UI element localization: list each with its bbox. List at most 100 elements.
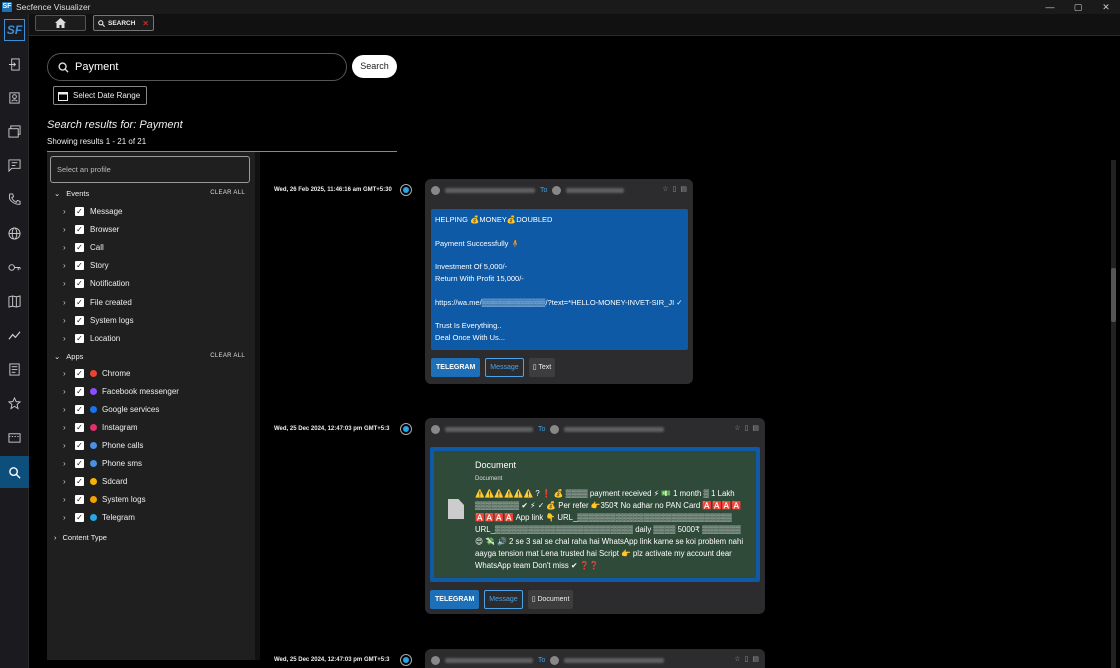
note-icon[interactable]: ▤	[680, 185, 687, 193]
app-filter-item[interactable]: › ✓ System logs	[63, 493, 146, 507]
search-input[interactable]	[75, 61, 315, 73]
filter-checkbox[interactable]: ✓	[75, 422, 84, 432]
minimize-button[interactable]: —	[1036, 0, 1064, 14]
rail-map-icon[interactable]	[0, 290, 29, 312]
rail-phone-icon[interactable]	[0, 188, 29, 210]
app-filter-item[interactable]: › ✓ Chrome	[63, 366, 130, 380]
filter-checkbox[interactable]: ✓	[75, 440, 84, 450]
chevron-right-icon[interactable]: ›	[63, 261, 75, 270]
app-filter-item[interactable]: › ✓ Instagram	[63, 420, 138, 434]
chevron-right-icon[interactable]: ›	[63, 316, 75, 325]
filter-checkbox[interactable]: ✓	[75, 477, 84, 487]
star-icon[interactable]: ☆	[662, 185, 668, 193]
source-telegram-badge[interactable]: TELEGRAM	[430, 590, 480, 609]
rail-report-icon[interactable]	[0, 358, 29, 380]
apps-clear-all[interactable]: CLEAR ALL	[210, 353, 245, 359]
filter-checkbox[interactable]: ✓	[75, 206, 84, 216]
close-tab-icon[interactable]: ✕	[142, 19, 149, 28]
event-filter-item[interactable]: › ✓ System logs	[63, 313, 134, 327]
chevron-right-icon[interactable]: ›	[63, 334, 75, 343]
app-filter-item[interactable]: › ✓ Telegram	[63, 511, 135, 525]
bookmark-icon[interactable]: ▯	[673, 185, 677, 193]
chevron-right-icon[interactable]: ›	[63, 279, 75, 288]
type-text-badge[interactable]: ▯ Text	[528, 358, 556, 377]
select-date-range-button[interactable]: Select Date Range	[53, 86, 147, 105]
rail-browser-icon[interactable]	[0, 222, 29, 244]
profile-select[interactable]: Select an profile	[50, 156, 250, 183]
app-filter-item[interactable]: › ✓ Google services	[63, 402, 159, 416]
chevron-right-icon[interactable]: ›	[63, 423, 75, 432]
chevron-right-icon[interactable]: ›	[63, 225, 75, 234]
event-filter-item[interactable]: › ✓ Location	[63, 331, 120, 345]
rail-star-icon[interactable]	[0, 392, 29, 414]
chevron-right-icon[interactable]: ›	[63, 477, 75, 486]
note-icon[interactable]: ▤	[752, 424, 759, 432]
event-filter-item[interactable]: › ✓ Story	[63, 259, 109, 273]
rail-contacts-icon[interactable]	[0, 86, 29, 108]
chevron-right-icon[interactable]: ›	[63, 243, 75, 252]
close-window-button[interactable]: ✕	[1092, 0, 1120, 14]
app-filter-item[interactable]: › ✓ Phone sms	[63, 457, 142, 471]
filter-checkbox[interactable]: ✓	[75, 386, 84, 396]
filter-checkbox[interactable]: ✓	[75, 368, 84, 378]
events-clear-all[interactable]: CLEAR ALL	[210, 190, 245, 196]
filter-checkbox[interactable]: ✓	[75, 242, 84, 252]
home-tab[interactable]	[35, 15, 86, 31]
rail-messages-icon[interactable]	[0, 154, 29, 176]
event-filter-item[interactable]: › ✓ Message	[63, 204, 122, 218]
rail-media-icon[interactable]	[0, 426, 29, 448]
chevron-right-icon[interactable]: ›	[63, 387, 75, 396]
entry-timestamp: Wed, 26 Feb 2025, 11:46:16 am GMT+5:30	[274, 187, 392, 193]
app-filter-item[interactable]: › ✓ Phone calls	[63, 438, 143, 452]
filter-checkbox[interactable]: ✓	[75, 261, 84, 271]
chevron-right-icon[interactable]: ›	[63, 369, 75, 378]
content-type-group[interactable]: › Content Type	[54, 531, 107, 543]
star-icon[interactable]: ☆	[734, 655, 740, 663]
filter-checkbox[interactable]: ✓	[75, 404, 84, 414]
category-message-badge[interactable]: Message	[484, 590, 523, 609]
chevron-right-icon[interactable]: ›	[63, 513, 75, 522]
chevron-right-icon[interactable]: ›	[63, 298, 75, 307]
note-icon[interactable]: ▤	[752, 655, 759, 663]
event-filter-item[interactable]: › ✓ Browser	[63, 222, 119, 236]
rail-key-icon[interactable]	[0, 256, 29, 278]
filter-checkbox[interactable]: ✓	[75, 315, 84, 325]
maximize-button[interactable]: ▢	[1064, 0, 1092, 14]
filter-scrollbar[interactable]	[255, 152, 260, 660]
rail-analytics-icon[interactable]	[0, 324, 29, 346]
chevron-right-icon[interactable]: ›	[63, 459, 75, 468]
apps-group[interactable]: ⌄ Apps	[54, 350, 83, 362]
filter-checkbox[interactable]: ✓	[75, 333, 84, 343]
filter-checkbox[interactable]: ✓	[75, 495, 84, 505]
app-filter-item[interactable]: › ✓ Sdcard	[63, 475, 127, 489]
event-filter-item[interactable]: › ✓ File created	[63, 295, 132, 309]
filter-checkbox[interactable]: ✓	[75, 279, 84, 289]
filter-checkbox[interactable]: ✓	[75, 459, 84, 468]
source-telegram-badge[interactable]: TELEGRAM	[431, 358, 481, 377]
results-scrollbar[interactable]	[1111, 160, 1116, 668]
tab-search[interactable]: SEARCH ✕	[93, 15, 154, 31]
app-filter-item[interactable]: › ✓ Facebook messenger	[63, 384, 179, 398]
chevron-right-icon[interactable]: ›	[63, 405, 75, 414]
bookmark-icon[interactable]: ▯	[745, 424, 749, 432]
event-filter-item[interactable]: › ✓ Call	[63, 240, 104, 254]
events-group[interactable]: ⌄ Events	[54, 187, 89, 199]
rail-gallery-icon[interactable]	[0, 120, 29, 142]
rail-import-icon[interactable]	[0, 53, 29, 75]
filter-checkbox[interactable]: ✓	[75, 297, 84, 307]
bookmark-icon[interactable]: ▯	[745, 655, 749, 663]
search-button[interactable]: Search	[352, 55, 397, 78]
chevron-right-icon[interactable]: ›	[63, 495, 75, 504]
chevron-down-icon: ⌄	[54, 188, 61, 198]
filter-checkbox[interactable]: ✓	[75, 513, 84, 523]
star-icon[interactable]: ☆	[734, 424, 740, 432]
chevron-right-icon[interactable]: ›	[63, 441, 75, 450]
category-message-badge[interactable]: Message	[485, 358, 524, 377]
app-logo-icon: SF	[2, 2, 12, 12]
chevron-right-icon[interactable]: ›	[63, 207, 75, 216]
results-scrollbar-thumb[interactable]	[1111, 268, 1116, 322]
event-filter-item[interactable]: › ✓ Notification	[63, 277, 130, 291]
filter-checkbox[interactable]: ✓	[75, 224, 84, 234]
rail-search-icon[interactable]	[0, 456, 29, 488]
type-document-badge[interactable]: ▯ Document	[527, 590, 574, 609]
